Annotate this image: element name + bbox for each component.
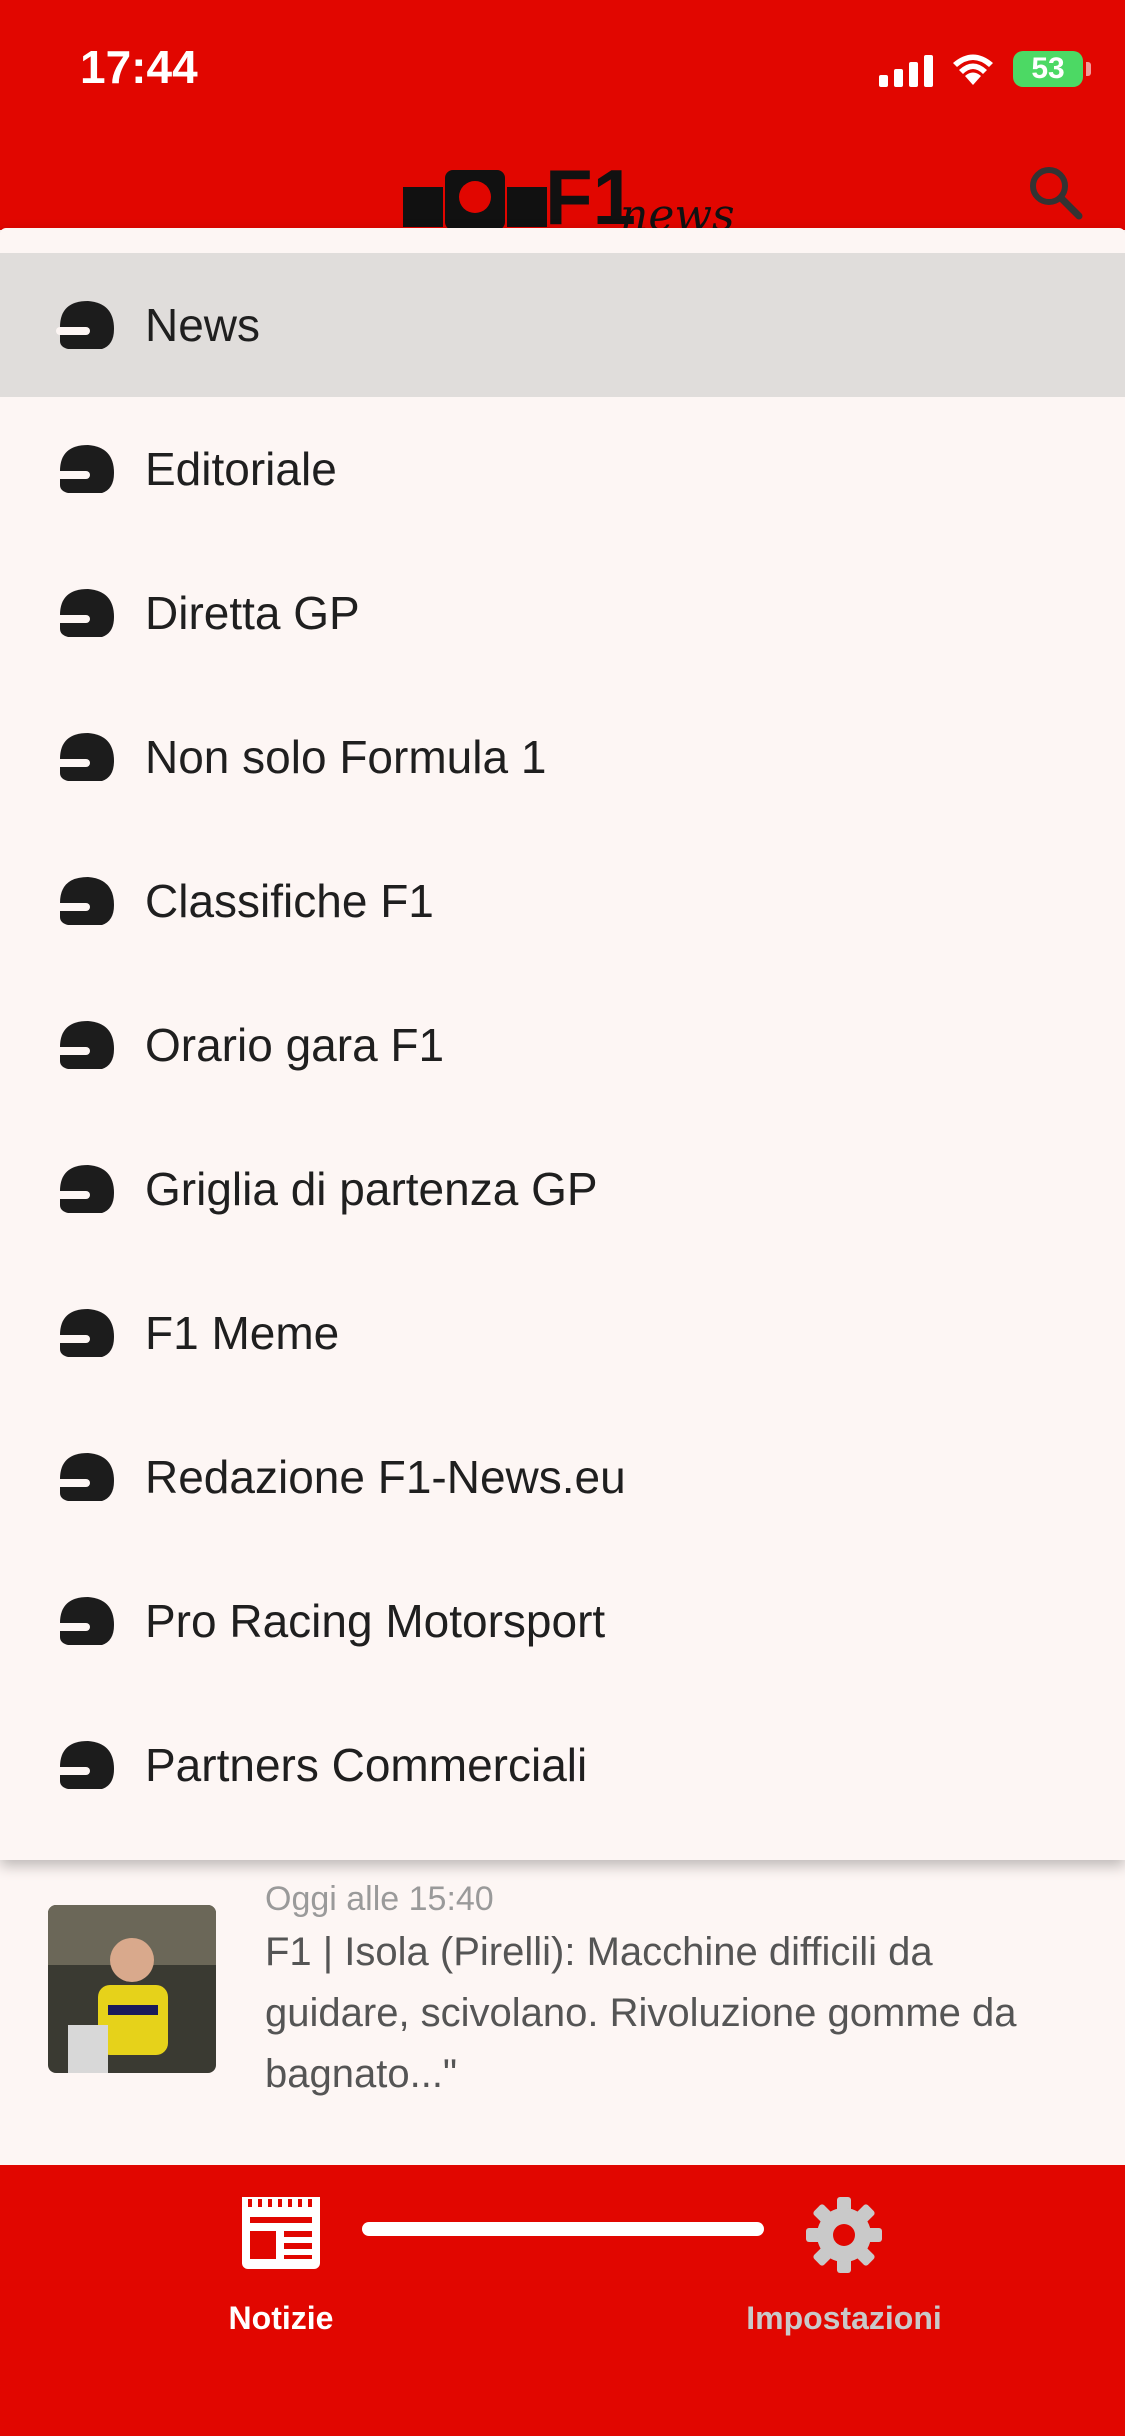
menu-item-griglia-di-partenza-gp[interactable]: Griglia di partenza GP	[0, 1117, 1125, 1261]
status-time: 17:44	[80, 41, 198, 93]
helmet-icon	[56, 445, 114, 493]
gear-icon	[806, 2197, 882, 2273]
search-icon[interactable]	[1025, 162, 1085, 222]
helmet-icon	[56, 1597, 114, 1645]
newspaper-icon	[242, 2197, 320, 2269]
menu-item-label: News	[145, 299, 261, 351]
menu-item-label: Orario gara F1	[145, 1019, 445, 1071]
menu-item-label: Partners Commerciali	[145, 1739, 588, 1791]
logo-wordmark: news	[620, 190, 735, 232]
helmet-icon	[56, 1741, 114, 1789]
tab-impostazioni[interactable]: Impostazioni	[694, 2185, 994, 2365]
helmet-icon	[56, 1309, 114, 1357]
bottom-tab-bar: Notizie Impostazioni	[0, 2165, 1125, 2436]
helmet-icon	[56, 589, 114, 637]
helmet-icon	[56, 1021, 114, 1069]
article-thumbnail	[48, 1905, 216, 2073]
menu-item-label: F1 Meme	[145, 1307, 340, 1359]
menu-item-redazione[interactable]: Redazione F1-News.eu	[0, 1405, 1125, 1549]
news-list-item[interactable]: Oggi alle 15:40 F1 | Isola (Pirelli): Ma…	[0, 1860, 1125, 2165]
menu-item-label: Classifiche F1	[145, 875, 434, 927]
tab-label: Notizie	[228, 2300, 334, 2336]
cellular-signal-icon	[879, 51, 933, 87]
menu-item-label: Diretta GP	[145, 587, 360, 639]
menu-item-label: Griglia di partenza GP	[145, 1163, 598, 1215]
menu-item-label: Editoriale	[145, 443, 337, 495]
helmet-icon	[56, 1165, 114, 1213]
menu-item-diretta-gp[interactable]: Diretta GP	[0, 541, 1125, 685]
app-header: F1 news	[0, 140, 1125, 232]
battery-level: 53	[1031, 52, 1065, 85]
helmet-icon	[56, 733, 114, 781]
menu-item-partners-commerciali[interactable]: Partners Commerciali	[0, 1693, 1125, 1837]
category-menu: News Editoriale Diretta GP Non solo Form…	[0, 228, 1125, 1860]
helmet-icon	[56, 877, 114, 925]
helmet-icon	[56, 301, 114, 349]
status-bar: 17:44 53	[0, 0, 1125, 140]
f1-news-logo: F1 news	[403, 153, 735, 232]
menu-item-label: Non solo Formula 1	[145, 731, 547, 783]
status-icons: 53	[879, 46, 1091, 92]
menu-item-classifiche-f1[interactable]: Classifiche F1	[0, 829, 1125, 973]
menu-item-label: Pro Racing Motorsport	[145, 1595, 606, 1647]
menu-item-pro-racing-motorsport[interactable]: Pro Racing Motorsport	[0, 1549, 1125, 1693]
tab-notizie[interactable]: Notizie	[131, 2185, 431, 2365]
article-timestamp: Oggi alle 15:40	[265, 1880, 494, 1918]
menu-item-label: Redazione F1-News.eu	[145, 1451, 626, 1503]
menu-item-non-solo-formula-1[interactable]: Non solo Formula 1	[0, 685, 1125, 829]
wifi-icon	[953, 54, 993, 85]
battery-icon: 53	[1013, 51, 1091, 87]
helmet-icon	[56, 1453, 114, 1501]
tab-label: Impostazioni	[746, 2300, 942, 2336]
menu-item-f1-meme[interactable]: F1 Meme	[0, 1261, 1125, 1405]
menu-item-orario-gara-f1[interactable]: Orario gara F1	[0, 973, 1125, 1117]
article-title: F1 | Isola (Pirelli): Macchine difficili…	[265, 1930, 1017, 2096]
menu-item-news[interactable]: News	[0, 253, 1125, 397]
home-indicator	[362, 2222, 764, 2236]
menu-item-editoriale[interactable]: Editoriale	[0, 397, 1125, 541]
